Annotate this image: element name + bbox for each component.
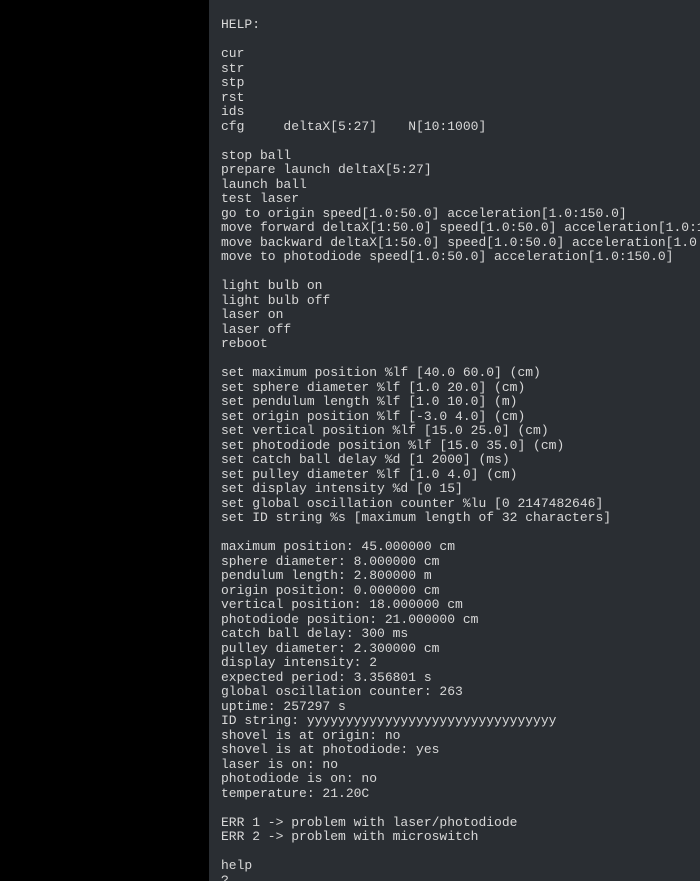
- terminal-line: ?: [221, 874, 688, 881]
- terminal-line: set vertical position %lf [15.0 25.0] (c…: [221, 424, 688, 439]
- terminal-line: reboot: [221, 337, 688, 352]
- terminal-line: stp: [221, 76, 688, 91]
- sidebar-panel: [0, 0, 209, 881]
- terminal-line: laser off: [221, 323, 688, 338]
- terminal-line: set origin position %lf [-3.0 4.0] (cm): [221, 410, 688, 425]
- terminal-line: move backward deltaX[1:50.0] speed[1.0:5…: [221, 236, 688, 251]
- terminal-line: move forward deltaX[1:50.0] speed[1.0:50…: [221, 221, 688, 236]
- terminal-line: shovel is at photodiode: yes: [221, 743, 688, 758]
- terminal-line: pulley diameter: 2.300000 cm: [221, 642, 688, 657]
- terminal-line: ERR 2 -> problem with microswitch: [221, 830, 688, 845]
- terminal-line: set maximum position %lf [40.0 60.0] (cm…: [221, 366, 688, 381]
- terminal-line: display intensity: 2: [221, 656, 688, 671]
- terminal-line: HELP:: [221, 18, 688, 33]
- terminal-line: set ID string %s [maximum length of 32 c…: [221, 511, 688, 526]
- terminal-line: rst: [221, 91, 688, 106]
- terminal-line: ERR 1 -> problem with laser/photodiode: [221, 816, 688, 831]
- terminal-line: cur: [221, 47, 688, 62]
- terminal-line: ID string: yyyyyyyyyyyyyyyyyyyyyyyyyyyyy…: [221, 714, 688, 729]
- terminal-line: laser is on: no: [221, 758, 688, 773]
- terminal-line: ids: [221, 105, 688, 120]
- terminal-line: [221, 801, 688, 816]
- terminal-line: laser on: [221, 308, 688, 323]
- terminal-line: launch ball: [221, 178, 688, 193]
- terminal-line: [221, 845, 688, 860]
- terminal-line: set sphere diameter %lf [1.0 20.0] (cm): [221, 381, 688, 396]
- terminal-line: temperature: 21.20C: [221, 787, 688, 802]
- terminal-line: photodiode position: 21.000000 cm: [221, 613, 688, 628]
- terminal-line: expected period: 3.356801 s: [221, 671, 688, 686]
- terminal-line: set catch ball delay %d [1 2000] (ms): [221, 453, 688, 468]
- terminal-line: set pendulum length %lf [1.0 10.0] (m): [221, 395, 688, 410]
- terminal-line: light bulb off: [221, 294, 688, 309]
- terminal-line: vertical position: 18.000000 cm: [221, 598, 688, 613]
- terminal-line: uptime: 257297 s: [221, 700, 688, 715]
- terminal-line: test laser: [221, 192, 688, 207]
- terminal-line: catch ball delay: 300 ms: [221, 627, 688, 642]
- terminal-line: [221, 352, 688, 367]
- terminal-line: shovel is at origin: no: [221, 729, 688, 744]
- terminal-line: set display intensity %d [0 15]: [221, 482, 688, 497]
- terminal-line: [221, 33, 688, 48]
- terminal-line: sphere diameter: 8.000000 cm: [221, 555, 688, 570]
- terminal-line: str: [221, 62, 688, 77]
- terminal-line: [221, 134, 688, 149]
- terminal-line: cfg deltaX[5:27] N[10:1000]: [221, 120, 688, 135]
- terminal-line: [221, 526, 688, 541]
- terminal-line: [221, 265, 688, 280]
- terminal-line: photodiode is on: no: [221, 772, 688, 787]
- terminal-line: global oscillation counter: 263: [221, 685, 688, 700]
- terminal-line: set photodiode position %lf [15.0 35.0] …: [221, 439, 688, 454]
- terminal-line: pendulum length: 2.800000 m: [221, 569, 688, 584]
- terminal-line: help: [221, 859, 688, 874]
- terminal-line: prepare launch deltaX[5:27]: [221, 163, 688, 178]
- terminal-output[interactable]: HELP: curstrstprstidscfg deltaX[5:27] N[…: [209, 0, 700, 881]
- terminal-line: maximum position: 45.000000 cm: [221, 540, 688, 555]
- terminal-line: move to photodiode speed[1.0:50.0] accel…: [221, 250, 688, 265]
- terminal-line: origin position: 0.000000 cm: [221, 584, 688, 599]
- terminal-line: stop ball: [221, 149, 688, 164]
- terminal-line: set global oscillation counter %lu [0 21…: [221, 497, 688, 512]
- terminal-line: light bulb on: [221, 279, 688, 294]
- terminal-line: go to origin speed[1.0:50.0] acceleratio…: [221, 207, 688, 222]
- terminal-line: set pulley diameter %lf [1.0 4.0] (cm): [221, 468, 688, 483]
